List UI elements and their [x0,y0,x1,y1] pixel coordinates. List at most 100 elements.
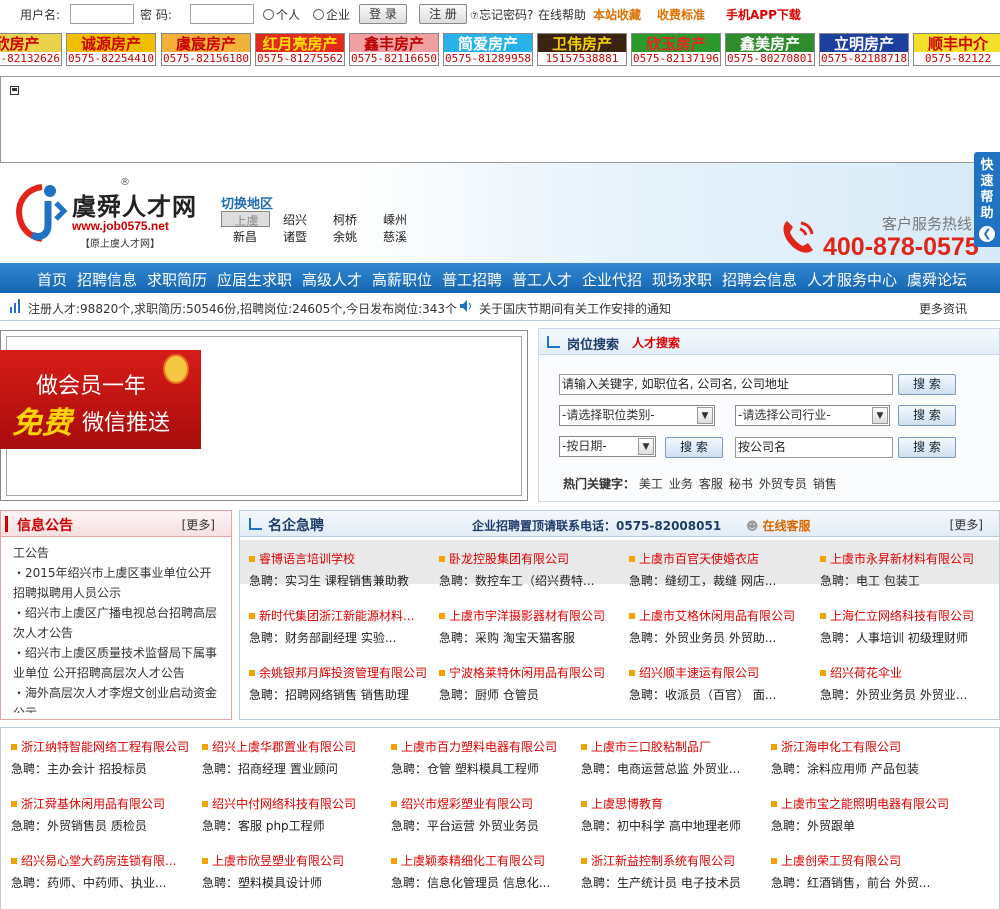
company-link[interactable]: 上虞市艾格休闲用品有限公司 [629,607,817,624]
pricing-link[interactable]: 收费标准 [657,6,705,23]
positions-link[interactable]: 初中科学 高中地理老师 [617,819,741,833]
ad-banner[interactable]: 卫伟房产 15157538881 [537,33,627,66]
username-input[interactable] [70,4,134,24]
region-item[interactable]: 新昌 [233,228,257,245]
login-button[interactable]: 登 录 [359,4,407,24]
ad-banner[interactable]: 立明房产 0575-82188718 [819,33,909,66]
company-link[interactable]: 上海仁立网络科技有限公司 [820,607,1000,624]
company-link[interactable]: 上虞颖泰精细化工有限公司 [391,852,579,869]
online-help-link[interactable]: 在线帮助 [538,6,586,23]
positions-link[interactable]: 生产统计员 电子技术员 [617,876,741,890]
positions-link[interactable]: 信息化管理员 信息化... [427,876,550,890]
company-link[interactable]: 浙江新益控制系统有限公司 [581,852,769,869]
company-link[interactable]: 上虞市永昇新材料有限公司 [820,550,1000,567]
date-select[interactable]: -按日期- ▼ [559,436,656,457]
ad-banner[interactable]: 简爱房产 0575-81289958 [443,33,533,66]
company-link[interactable]: 绍兴上虞华郡置业有限公司 [202,738,390,755]
forgot-password-link[interactable]: ⑦忘记密码? [470,6,533,23]
register-button[interactable]: 注 册 [419,4,467,24]
ad-banner[interactable]: 欣房产0575-82132626 [0,33,62,66]
ad-banner[interactable]: 红月亮房产 0575-81275562 [255,33,345,66]
region-item[interactable]: 余姚 [333,228,357,245]
company-link[interactable]: 绍兴中付网络科技有限公司 [202,795,390,812]
positions-link[interactable]: 电商运营总监 外贸业... [617,762,740,776]
urgent-hiring-more-link[interactable]: [更多] [950,516,983,533]
positions-link[interactable]: 数控车工（绍兴费特... [475,574,594,588]
nav-item[interactable]: 首页 [37,269,67,290]
logo-mark-icon[interactable] [12,181,70,243]
password-input[interactable] [190,4,254,24]
nav-item[interactable]: 普工招聘 [442,269,502,290]
keyword-input[interactable]: 请输入关键字, 如职位名, 公司名, 公司地址 [559,374,893,395]
ad-banner[interactable]: 鑫美房产 0575-80270801 [725,33,815,66]
company-link[interactable]: 上虞市百力塑料电器有限公司 [391,738,579,755]
positions-link[interactable]: 外贸业务员 外贸业... [856,688,967,702]
positions-link[interactable]: 招商经理 置业顾问 [238,762,338,776]
company-link[interactable]: 绍兴市煜彩塑业有限公司 [391,795,579,812]
bookmark-link[interactable]: 本站收藏 [593,6,641,23]
nav-item[interactable]: 虞舜论坛 [907,269,967,290]
positions-link[interactable]: 主办会计 招投标员 [47,762,147,776]
hot-keyword[interactable]: 销售 [813,477,837,491]
company-link[interactable]: 上虞市百官天使婚衣店 [629,550,817,567]
date-search-button[interactable]: 搜 索 [665,437,723,458]
hot-keyword[interactable]: 外贸专员 [759,477,807,491]
company-link[interactable]: 新时代集团浙江新能源材料... [249,607,437,624]
company-link[interactable]: 宁波格莱特休闲用品有限公司 [439,664,627,681]
industry-select[interactable]: -请选择公司行业- ▼ [735,405,890,426]
notice-item[interactable]: ・绍兴市上虞区质量技术监督局下属事业单位 公开招聘高层次人才公告 [13,643,219,683]
company-link[interactable]: 上虞市三口胶粘制品厂 [581,738,769,755]
hot-keyword[interactable]: 客服 [699,477,723,491]
region-item[interactable]: 柯桥 [333,211,357,228]
company-link[interactable]: 上虞思博教育 [581,795,769,812]
positions-link[interactable]: 药师、中药师、执业... [47,876,166,890]
nav-item[interactable]: 招聘会信息 [722,269,797,290]
category-search-button[interactable]: 搜 索 [898,405,956,426]
notice-item[interactable]: ・2015年绍兴市上虞区事业单位公开招聘拟聘用人员公示 [13,563,219,603]
role-personal-radio[interactable]: 个人 [263,6,300,23]
nav-item[interactable]: 企业代招 [582,269,642,290]
positions-link[interactable]: 塑料模具设计师 [238,876,322,890]
notice-item[interactable]: ・海外高层次人才李煜文创业启动资金公示 [13,683,219,713]
company-search-button[interactable]: 搜 索 [898,437,956,458]
region-item[interactable]: 诸暨 [283,228,307,245]
company-link[interactable]: 浙江海申化工有限公司 [771,738,959,755]
job-category-select[interactable]: -请选择职位类别- ▼ [559,405,715,426]
tab-talent-search[interactable]: 人才搜索 [632,334,680,351]
notice-item[interactable]: ・绍兴市上虞区广播电视总台招聘高层次人才公告 [13,603,219,643]
positions-link[interactable]: 厨师 仓管员 [475,688,539,702]
region-item[interactable]: 嵊州 [383,211,407,228]
positions-link[interactable]: 平台运营 外贸业务员 [427,819,539,833]
region-item[interactable]: 绍兴 [283,211,307,228]
ad-banner[interactable]: 虞宸房产 0575-82156180 [161,33,251,66]
hot-keyword[interactable]: 业务 [669,477,693,491]
positions-link[interactable]: 采购 淘宝天猫客服 [475,631,575,645]
positions-link[interactable]: 红酒销售，前台 外贸... [807,876,930,890]
hot-keyword[interactable]: 秘书 [729,477,753,491]
company-link[interactable]: 浙江纳特智能网络工程有限公司 [11,738,199,755]
positions-link[interactable]: 招聘网络销售 销售助理 [285,688,409,702]
company-link[interactable]: 上虞创荣工贸有限公司 [771,852,959,869]
hot-keyword[interactable]: 美工 [639,477,663,491]
membership-promo-banner[interactable]: 做会员一年 免费 微信推送 [0,350,201,449]
company-name-input[interactable]: 按公司名 [735,437,893,458]
positions-link[interactable]: 人事培训 初级理财师 [856,631,968,645]
positions-link[interactable]: 财务部副经理 实验... [285,631,396,645]
region-item[interactable]: 上虞 [221,211,270,228]
positions-link[interactable]: 涂料应用师 产品包装 [807,762,919,776]
positions-link[interactable]: 外贸销售员 质检员 [47,819,147,833]
nav-item[interactable]: 人才服务中心 [807,269,897,290]
nav-item[interactable]: 应届生求职 [217,269,292,290]
nav-item[interactable]: 高级人才 [302,269,362,290]
company-link[interactable]: 绍兴顺丰速运有限公司 [629,664,817,681]
quick-help-tab[interactable]: 快速帮助 ❮ [974,152,1000,247]
company-link[interactable]: 余姚银邦月辉投资管理有限公司 [249,664,437,681]
news-link[interactable]: 关于国庆节期间有关工作安排的通知 [479,300,671,317]
nav-item[interactable]: 招聘信息 [77,269,137,290]
positions-link[interactable]: 仓管 塑料模具工程师 [427,762,539,776]
ad-banner[interactable]: 顺丰中介 0575-82122 [913,33,1000,66]
positions-link[interactable]: 缝纫工，裁缝 网店... [665,574,776,588]
company-link[interactable]: 浙江舜基休闲用品有限公司 [11,795,199,812]
company-link[interactable]: 绍兴易心堂大药房连锁有限... [11,852,199,869]
positions-link[interactable]: 收派员（百官） 面... [665,688,776,702]
